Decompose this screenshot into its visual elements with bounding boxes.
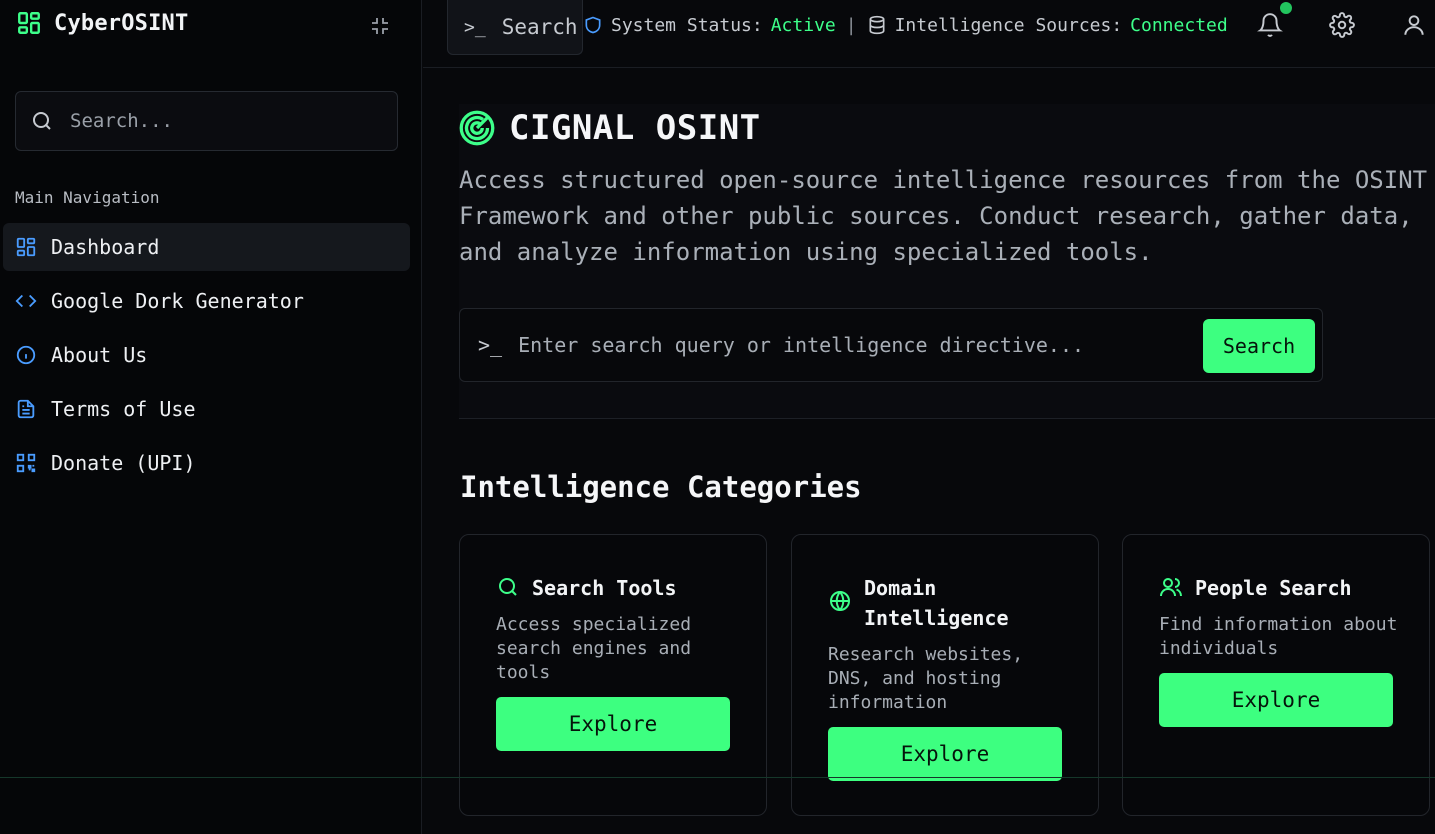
minimize-icon[interactable] bbox=[368, 14, 392, 38]
system-status-bar: System Status: Active | Intelligence Sou… bbox=[583, 12, 1228, 38]
card-heading: People Search bbox=[1159, 573, 1395, 603]
settings-button[interactable] bbox=[1329, 12, 1355, 38]
sidebar-item-about-us[interactable]: About Us bbox=[3, 331, 410, 379]
terminal-prompt-icon: >_ bbox=[464, 16, 486, 38]
category-card-domain-intelligence: Domain Intelligence Research websites, D… bbox=[791, 534, 1099, 816]
notifications-button[interactable] bbox=[1257, 2, 1292, 38]
page-title: CIGNAL OSINT bbox=[509, 108, 761, 148]
system-status-label: System Status: bbox=[611, 14, 763, 36]
intelligence-sources-value: Connected bbox=[1130, 14, 1228, 36]
top-search-label: Search bbox=[501, 15, 578, 39]
intelligence-query-bar: >_ Search bbox=[459, 308, 1323, 382]
sidebar-item-terms-of-use[interactable]: Terms of Use bbox=[3, 385, 410, 433]
sidebar: CyberOSINT Main Navigation Dashboard Goo… bbox=[0, 0, 422, 834]
scan-line bbox=[0, 777, 1435, 778]
card-title: People Search bbox=[1195, 576, 1352, 600]
card-title: Search Tools bbox=[532, 576, 677, 600]
app-title: CyberOSINT bbox=[54, 10, 189, 36]
section-title: Intelligence Categories bbox=[460, 470, 862, 504]
hero-panel: CIGNAL OSINT Access structured open-sour… bbox=[459, 104, 1435, 419]
top-search-button[interactable]: >_ Search bbox=[447, 0, 583, 55]
top-actions bbox=[1257, 2, 1427, 38]
sidebar-item-label: About Us bbox=[51, 343, 148, 367]
explore-button[interactable]: Explore bbox=[496, 697, 730, 751]
card-title: Domain Intelligence bbox=[864, 576, 1009, 630]
status-separator: | bbox=[845, 14, 857, 36]
card-heading: Search Tools bbox=[496, 573, 732, 603]
info-icon bbox=[16, 345, 36, 365]
hero-heading: CIGNAL OSINT bbox=[459, 108, 761, 148]
brand[interactable]: CyberOSINT bbox=[16, 10, 188, 36]
sidebar-search[interactable] bbox=[15, 91, 398, 151]
top-bar: >_ Search System Status: Active | Intell… bbox=[423, 0, 1435, 68]
qr-code-icon bbox=[16, 453, 36, 473]
user-profile-button[interactable] bbox=[1401, 12, 1427, 38]
search-icon bbox=[499, 578, 517, 596]
sidebar-search-input[interactable] bbox=[70, 110, 370, 132]
document-icon bbox=[17, 399, 35, 419]
database-icon bbox=[869, 15, 885, 35]
explore-button[interactable]: Explore bbox=[828, 727, 1062, 781]
bell-icon bbox=[1257, 13, 1283, 37]
search-icon bbox=[33, 112, 51, 130]
category-card-people-search: People Search Find information about ind… bbox=[1122, 534, 1430, 816]
sidebar-item-label: Google Dork Generator bbox=[51, 289, 304, 313]
sidebar-item-google-dork-generator[interactable]: Google Dork Generator bbox=[3, 277, 410, 325]
terminal-prompt-icon: >_ bbox=[478, 333, 503, 357]
card-description: Access specialized search engines and to… bbox=[496, 614, 692, 683]
notification-dot bbox=[1280, 2, 1292, 14]
globe-icon bbox=[830, 591, 850, 611]
shield-icon bbox=[585, 16, 601, 34]
user-icon bbox=[1404, 15, 1424, 35]
sidebar-item-label: Dashboard bbox=[51, 235, 160, 259]
search-button[interactable]: Search bbox=[1203, 319, 1315, 373]
code-icon bbox=[15, 294, 37, 308]
dashboard-grid-icon bbox=[18, 12, 40, 34]
intelligence-query-input[interactable] bbox=[518, 333, 1179, 357]
card-description: Find information about individuals bbox=[1159, 614, 1398, 659]
system-status-value: Active bbox=[770, 14, 836, 36]
main-navigation: Dashboard Google Dork Generator About Us… bbox=[3, 223, 410, 493]
users-icon bbox=[1160, 578, 1182, 597]
nav-heading: Main Navigation bbox=[15, 188, 160, 207]
dashboard-icon bbox=[16, 237, 36, 257]
explore-button[interactable]: Explore bbox=[1159, 673, 1393, 727]
card-heading: Domain Intelligence bbox=[828, 573, 1034, 633]
radar-icon bbox=[459, 110, 495, 146]
sidebar-item-dashboard[interactable]: Dashboard bbox=[3, 223, 410, 271]
hero-description: Access structured open-source intelligen… bbox=[459, 166, 1428, 266]
category-card-search-tools: Search Tools Access specialized search e… bbox=[459, 534, 767, 816]
sidebar-item-label: Donate (UPI) bbox=[51, 451, 196, 475]
intelligence-sources-label: Intelligence Sources: bbox=[894, 14, 1123, 36]
settings-icon bbox=[1329, 12, 1355, 38]
sidebar-item-label: Terms of Use bbox=[51, 397, 196, 421]
card-description: Research websites, DNS, and hosting info… bbox=[828, 644, 1024, 713]
sidebar-item-donate-upi[interactable]: Donate (UPI) bbox=[3, 439, 410, 487]
